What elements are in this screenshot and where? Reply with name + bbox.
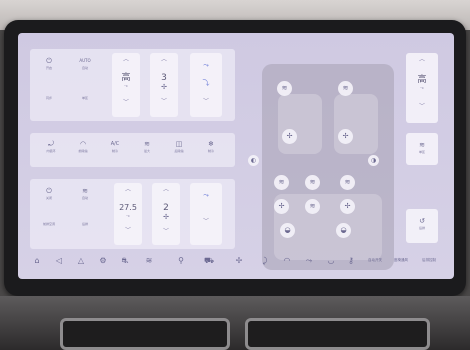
nav-text-auto[interactable]: 自动开关 — [368, 258, 382, 263]
front-ac-button[interactable]: 前排空调 — [36, 221, 62, 226]
chevron-down-icon[interactable]: ﹀ — [112, 100, 140, 106]
nav-phone-icon[interactable]: ⚲ — [174, 256, 188, 265]
car-recirc-icon: ⤾ — [48, 140, 54, 148]
fan-icon: ✢ — [161, 83, 167, 91]
rear-defrost-button[interactable]: ◫ 后除霜 — [166, 140, 192, 153]
nav-seat-icon[interactable]: ≋ — [142, 256, 156, 265]
seat-fan-icon[interactable]: ✢ — [282, 129, 297, 144]
nav-key-icon[interactable]: ⚷ — [344, 256, 358, 265]
fan-icon: ✢ — [163, 213, 169, 221]
zone-icon: ≋ — [419, 141, 425, 149]
airflow-down-icon: ⤵ — [202, 79, 210, 87]
chevron-up-icon[interactable]: ︿ — [114, 187, 142, 193]
cooling-button[interactable]: ❄ 制冷 — [198, 140, 224, 153]
temp-control-front[interactable]: ︿ 高 °C ﹀ — [112, 53, 140, 117]
seat-front-left[interactable] — [278, 94, 322, 154]
rear-seat-fan-icon[interactable]: ✢ — [340, 199, 355, 214]
nav-mode-icon[interactable]: ◡ — [324, 256, 338, 265]
nav-car-icon[interactable]: ⛐ — [118, 256, 132, 266]
auto-icon: ≋ — [82, 187, 88, 195]
rear-wind-mode-control[interactable]: ⤳ ﹀ — [190, 183, 222, 245]
chevron-down-icon[interactable]: ﹀ — [190, 99, 222, 105]
chevron-down-icon[interactable]: ﹀ — [114, 228, 142, 234]
recirculation-button[interactable]: ⤾ 内循环 — [38, 140, 64, 153]
front-defrost-button[interactable]: ◠ 前除霜 — [70, 140, 96, 153]
wind-mode-control[interactable]: ⤳ ⤵ ﹀ — [190, 53, 222, 117]
temp-unit: °C — [420, 86, 424, 90]
seat-fan-icon[interactable]: ✢ — [338, 129, 353, 144]
nav-text-ventilation[interactable]: 座椅通风 — [394, 258, 408, 263]
right-rear-button[interactable]: ↺ 后排 — [406, 209, 438, 243]
nav-fan-icon[interactable]: ✢ — [232, 256, 246, 265]
max-button[interactable]: ≋ 最大 — [134, 140, 160, 153]
chevron-up-icon[interactable]: ︿ — [152, 187, 180, 193]
nav-back-icon[interactable]: ◁ — [52, 256, 66, 265]
ac-button[interactable]: A/C 制冷 — [102, 140, 128, 153]
snowflake-icon: ❄ — [208, 140, 214, 148]
chevron-down-icon[interactable]: ﹀ — [150, 99, 178, 105]
rear-button[interactable]: 后排 — [72, 221, 98, 226]
sync-button[interactable]: 同步 — [38, 95, 60, 100]
temp-unit: °C — [126, 214, 130, 218]
side-vent-left-icon[interactable]: ◐ — [248, 155, 259, 166]
auto-button[interactable]: AUTO 自动 — [72, 57, 98, 70]
auto-icon: AUTO — [79, 58, 91, 63]
windshield-icon: ◠ — [79, 140, 87, 148]
rear-seat-heat-icon[interactable]: ≋ — [274, 175, 289, 190]
ac-icon: A/C — [110, 141, 120, 147]
chevron-up-icon[interactable]: ︿ — [150, 57, 178, 63]
chevron-down-icon[interactable]: ﹀ — [190, 219, 222, 225]
fan-control-rear[interactable]: ︿ 2 ✢ ﹀ — [152, 183, 180, 245]
fan-speed-value: 2 — [163, 203, 169, 213]
nav-settings-icon[interactable]: ⚙ — [96, 256, 110, 265]
seat-front-right[interactable] — [334, 94, 378, 154]
temp-value: 高 — [121, 73, 131, 83]
chevron-down-icon[interactable]: ﹀ — [406, 104, 438, 110]
rear-power-button[interactable]: ⏻ 关闭 — [38, 187, 60, 200]
chevron-up-icon[interactable]: ︿ — [406, 57, 438, 63]
seat-heat-icon[interactable]: ≋ — [338, 81, 353, 96]
temp-value: 高 — [417, 75, 427, 85]
temp-control-rear[interactable]: ︿ 27.5 °C ﹀ — [114, 183, 142, 245]
chevron-up-icon[interactable]: ︿ — [112, 57, 140, 63]
max-icon: ≋ — [144, 140, 150, 148]
rear-vent-icon[interactable]: ◒ — [280, 223, 295, 238]
nav-defrost-icon[interactable]: ◠ — [280, 256, 294, 265]
power-button[interactable]: ⏻ 开启 — [38, 57, 60, 70]
power-icon: ⏻ — [46, 187, 52, 195]
rear-seat-heat-icon[interactable]: ≋ — [340, 175, 355, 190]
rear-icon: ↺ — [419, 217, 425, 225]
fan-control-front[interactable]: ︿ 3 ✢ ﹀ — [150, 53, 178, 117]
nav-home-icon[interactable]: ⌂ — [30, 256, 44, 265]
nav-airflow-icon[interactable]: ⤳ — [302, 256, 316, 266]
rear-seat-fan-icon[interactable]: ✢ — [274, 199, 289, 214]
rear-defrost-icon: ◫ — [175, 140, 183, 148]
rear-vent-icon[interactable]: ◒ — [336, 223, 351, 238]
air-vent-right — [245, 318, 430, 350]
nav-warning-icon[interactable]: △ — [74, 256, 88, 265]
temp-unit: °C — [124, 84, 128, 88]
air-vent-left — [60, 318, 230, 350]
right-temp-control[interactable]: ︿ 高 °C ﹀ — [406, 53, 438, 123]
power-icon: ⏻ — [46, 57, 52, 65]
nav-text-rear[interactable]: 后排控制 — [422, 258, 436, 263]
nav-seat-heat-icon[interactable]: ⤸ — [258, 256, 272, 266]
rear-seat-heat-icon[interactable]: ≋ — [305, 175, 320, 190]
rear-seat-heat-icon[interactable]: ≋ — [305, 199, 320, 214]
seat-heat-icon[interactable]: ≋ — [277, 81, 292, 96]
airflow-icon: ⤳ — [203, 191, 209, 199]
nav-vehicle-icon[interactable]: ⛟ — [202, 256, 216, 266]
right-zone-button[interactable]: ≋ 单区 — [406, 133, 438, 165]
temp-value: 27.5 — [119, 203, 137, 212]
side-vent-right-icon[interactable]: ◑ — [368, 155, 379, 166]
rear-auto-button[interactable]: ≋ 自动 — [70, 187, 100, 200]
single-zone-button[interactable]: 单区 — [72, 95, 98, 100]
airflow-icon: ⤳ — [203, 61, 209, 69]
climate-screen: ⏻ 开启 AUTO 自动 同步 单区 ︿ 高 °C ﹀ ︿ 3 ✢ ﹀ ⤳ ⤵ … — [18, 33, 454, 279]
fan-speed-value: 3 — [161, 73, 167, 83]
chevron-down-icon[interactable]: ﹀ — [152, 229, 180, 235]
